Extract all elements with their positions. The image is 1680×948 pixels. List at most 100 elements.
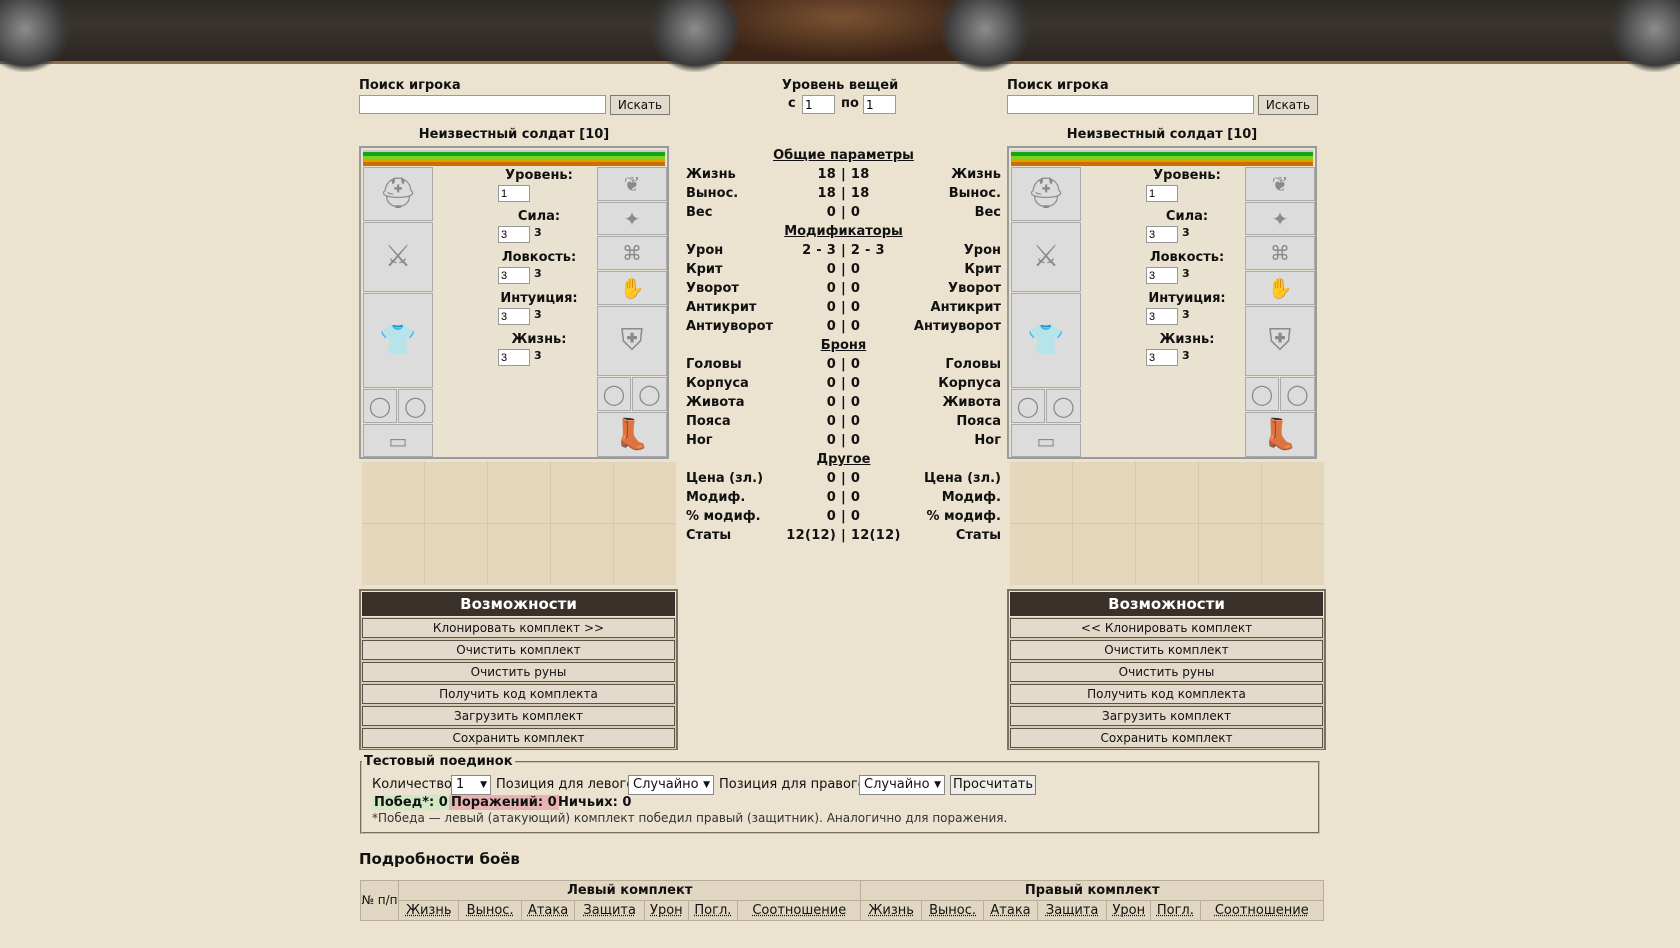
col-damage[interactable]: Урон	[644, 900, 689, 921]
count-select[interactable]: 1	[451, 775, 491, 795]
right-agility-input[interactable]	[1146, 267, 1178, 284]
right-position-select[interactable]: Случайно	[859, 775, 945, 795]
right-ring-slot-4[interactable]: ◯	[1280, 377, 1315, 411]
col-life[interactable]: Жизнь	[397, 900, 460, 921]
right-intuition-input[interactable]	[1146, 308, 1178, 325]
right-shield-slot[interactable]: ⛨	[1245, 306, 1315, 376]
rune-slot[interactable]	[614, 462, 676, 523]
left-level-input[interactable]	[498, 185, 530, 202]
bracers-icon: ⌘	[1270, 241, 1290, 265]
right-search-button[interactable]: Искать	[1258, 95, 1318, 115]
rune-slot[interactable]	[1262, 462, 1324, 523]
right-amulet-slot[interactable]: ✦	[1245, 202, 1315, 235]
rune-slot[interactable]	[1136, 524, 1198, 585]
left-ring-slot-1[interactable]: ◯	[363, 389, 397, 423]
right-strength-input[interactable]	[1146, 226, 1178, 243]
get-kit-code-button[interactable]: Получить код комплекта	[361, 683, 676, 705]
left-weapon-slot[interactable]: ⚔	[363, 222, 433, 292]
right-gloves-slot[interactable]: ✋	[1245, 271, 1315, 305]
belt-icon: ▭	[388, 428, 408, 453]
right-ring-slot-1[interactable]: ◯	[1011, 389, 1045, 423]
rune-slot[interactable]	[488, 524, 550, 585]
load-kit-button[interactable]: Загрузить комплект	[361, 705, 676, 727]
clone-kit-button[interactable]: Клонировать комплект >>	[361, 617, 676, 639]
left-earrings-slot[interactable]: ❦	[597, 167, 667, 201]
rune-slot[interactable]	[1073, 462, 1135, 523]
center-right-gargoyle-ornament	[940, 0, 1030, 72]
compare-row: Антиуворот 0 | 0 Антиуворот	[686, 319, 1001, 334]
right-ring-slot-2[interactable]: ◯	[1046, 389, 1081, 423]
left-position-select[interactable]: Случайно	[628, 775, 714, 795]
rune-slot[interactable]	[551, 462, 613, 523]
col-absorb[interactable]: Погл.	[1150, 900, 1201, 921]
rune-slot[interactable]	[1073, 524, 1135, 585]
left-search-input[interactable]	[359, 95, 606, 114]
left-helmet-slot[interactable]: ⛑	[363, 167, 433, 221]
left-shield-slot[interactable]: ⛨	[597, 306, 667, 376]
col-attack[interactable]: Атака	[520, 900, 576, 921]
left-ring-slot-2[interactable]: ◯	[398, 389, 433, 423]
clear-kit-button[interactable]: Очистить комплект	[361, 639, 676, 661]
left-agility-input[interactable]	[498, 267, 530, 284]
rune-slot[interactable]	[425, 462, 487, 523]
right-search-input[interactable]	[1007, 95, 1254, 114]
col-defense[interactable]: Защита	[1036, 900, 1108, 921]
item-level-to-input[interactable]	[863, 95, 896, 114]
left-belt-slot[interactable]: ▭	[363, 424, 433, 457]
calculate-button[interactable]: Просчитать	[950, 775, 1036, 795]
save-kit-button[interactable]: Сохранить комплект	[361, 727, 676, 749]
right-boots-slot[interactable]: 👢	[1245, 412, 1315, 457]
left-armor-slot[interactable]: 👕	[363, 293, 433, 388]
clear-runes-button[interactable]: Очистить руны	[1009, 661, 1324, 683]
col-life[interactable]: Жизнь	[860, 900, 922, 921]
right-ring-slot-3[interactable]: ◯	[1245, 377, 1279, 411]
col-absorb[interactable]: Погл.	[687, 900, 739, 921]
col-defense[interactable]: Защита	[574, 900, 645, 921]
left-life-input[interactable]	[498, 349, 530, 366]
rune-slot[interactable]	[1199, 524, 1261, 585]
left-bracers-slot[interactable]: ⌘	[597, 236, 667, 270]
clear-runes-button[interactable]: Очистить руны	[361, 661, 676, 683]
rune-slot[interactable]	[362, 524, 424, 585]
rune-slot[interactable]	[362, 462, 424, 523]
left-intuition-input[interactable]	[498, 308, 530, 325]
rune-slot[interactable]	[425, 524, 487, 585]
rune-slot[interactable]	[1136, 462, 1198, 523]
left-amulet-slot[interactable]: ✦	[597, 202, 667, 235]
right-level-input[interactable]	[1146, 185, 1178, 202]
right-weapon-slot[interactable]: ⚔	[1011, 222, 1081, 292]
right-helmet-slot[interactable]: ⛑	[1011, 167, 1081, 221]
right-bracers-slot[interactable]: ⌘	[1245, 236, 1315, 270]
left-boots-slot[interactable]: 👢	[597, 412, 667, 457]
rune-slot[interactable]	[488, 462, 550, 523]
rune-slot[interactable]	[1010, 462, 1072, 523]
left-gloves-slot[interactable]: ✋	[597, 271, 667, 305]
rune-slot[interactable]	[1262, 524, 1324, 585]
left-rune-grid	[362, 462, 676, 585]
right-armor-slot[interactable]: 👕	[1011, 293, 1081, 388]
right-life-input[interactable]	[1146, 349, 1178, 366]
col-endurance[interactable]: Вынос.	[920, 900, 985, 921]
item-level-from-input[interactable]	[802, 95, 835, 114]
col-attack[interactable]: Атака	[983, 900, 1038, 921]
save-kit-button[interactable]: Сохранить комплект	[1009, 727, 1324, 749]
col-damage[interactable]: Урон	[1106, 900, 1152, 921]
left-ring-slot-4[interactable]: ◯	[632, 377, 667, 411]
rune-slot[interactable]	[1010, 524, 1072, 585]
left-ring-slot-3[interactable]: ◯	[597, 377, 631, 411]
col-endurance[interactable]: Вынос.	[458, 900, 522, 921]
right-belt-slot[interactable]: ▭	[1011, 424, 1081, 457]
load-kit-button[interactable]: Загрузить комплект	[1009, 705, 1324, 727]
rune-slot[interactable]	[1199, 462, 1261, 523]
rune-slot[interactable]	[551, 524, 613, 585]
right-earrings-slot[interactable]: ❦	[1245, 167, 1315, 201]
get-kit-code-button[interactable]: Получить код комплекта	[1009, 683, 1324, 705]
clone-kit-button[interactable]: << Клонировать комплект	[1009, 617, 1324, 639]
rune-slot[interactable]	[614, 524, 676, 585]
clear-kit-button[interactable]: Очистить комплект	[1009, 639, 1324, 661]
left-strength-input[interactable]	[498, 226, 530, 243]
col-ratio[interactable]: Соотношение	[1199, 900, 1325, 921]
left-stat-level: Уровень:	[479, 168, 599, 202]
left-search-button[interactable]: Искать	[610, 95, 670, 115]
col-ratio[interactable]: Соотношение	[737, 900, 862, 921]
